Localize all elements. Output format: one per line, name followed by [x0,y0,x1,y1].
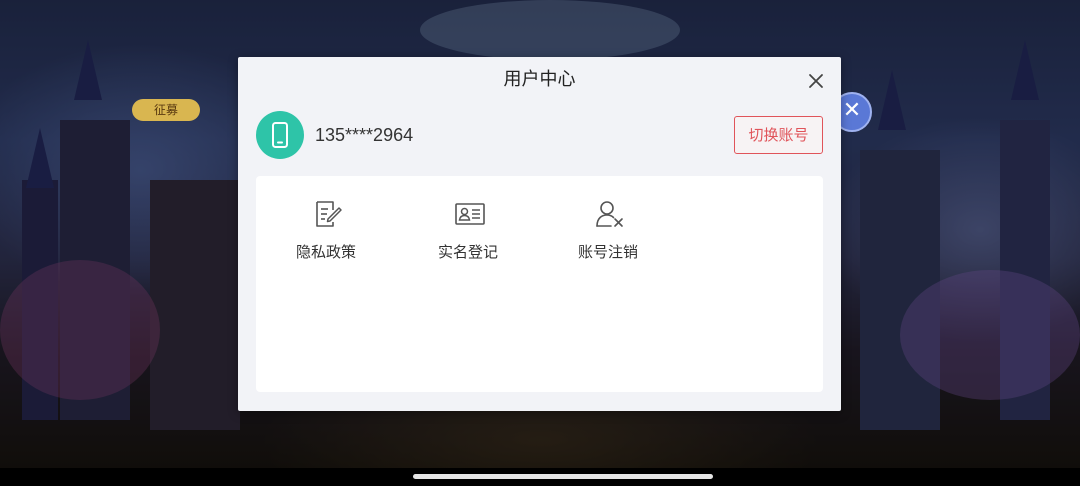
menu-item-label: 实名登记 [437,243,498,261]
close-icon[interactable] [804,69,828,93]
phone-number: 135****2964 [315,125,414,145]
menu-item-privacy-policy[interactable]: 隐私政策 [276,198,376,268]
menu-item-label: 隐私政策 [295,243,356,261]
privacy-policy-icon [312,198,344,230]
menu-item-account-deletion[interactable]: 账号注销 [558,198,658,268]
menu-item-real-name-registration[interactable]: 实名登记 [418,198,518,268]
account-row: 135****2964 切换账号 [256,111,823,159]
home-indicator[interactable] [413,474,713,479]
recruit-badge: 征募 [132,99,200,121]
id-card-icon [454,198,486,230]
phone-icon [256,111,304,159]
menu-item-label: 账号注销 [577,243,638,261]
dialog-title: 用户中心 [503,69,576,90]
switch-account-button[interactable]: 切换账号 [734,116,823,154]
menu-panel: 隐私政策 实名登记 账号注销 [256,176,823,392]
user-remove-icon [594,198,626,230]
user-center-dialog: 用户中心 135****2964 切换账号 隐私政策 实名登记 账号注销 [238,57,841,411]
